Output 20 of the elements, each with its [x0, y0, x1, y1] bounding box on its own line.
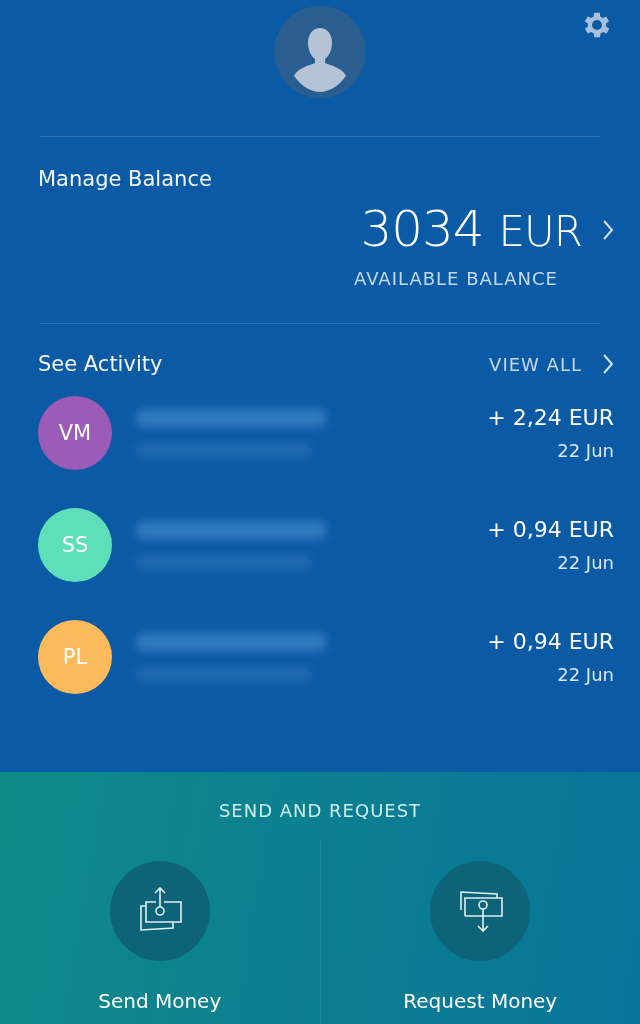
initials-avatar: PL — [38, 620, 112, 694]
view-all-link[interactable]: VIEW ALL — [489, 353, 582, 375]
initials-avatar: SS — [38, 508, 112, 582]
transaction-amount: + 2,24 EUR — [487, 405, 614, 430]
section-title: See Activity — [38, 352, 163, 376]
section-title: Manage Balance — [38, 167, 213, 191]
action-label[interactable]: Request Money — [403, 989, 558, 1013]
chevron-right-icon[interactable] — [602, 219, 614, 241]
transaction-date: 22 Jun — [557, 552, 614, 573]
initials-avatar: VM — [38, 396, 112, 470]
action-label[interactable]: Send Money — [98, 989, 222, 1013]
section-title: SEND AND REQUEST — [218, 800, 422, 821]
transaction-amount: + 0,94 EUR — [487, 517, 614, 542]
chevron-right-icon[interactable] — [602, 353, 614, 375]
balance-caption: AVAILABLE BALANCE — [354, 268, 558, 289]
transaction-date: 22 Jun — [557, 440, 614, 461]
transaction-date: 22 Jun — [557, 664, 614, 685]
avatar-icon[interactable] — [274, 6, 366, 98]
transaction-amount: + 0,94 EUR — [487, 629, 614, 654]
balance-amount: 3034 EUR — [360, 199, 582, 260]
